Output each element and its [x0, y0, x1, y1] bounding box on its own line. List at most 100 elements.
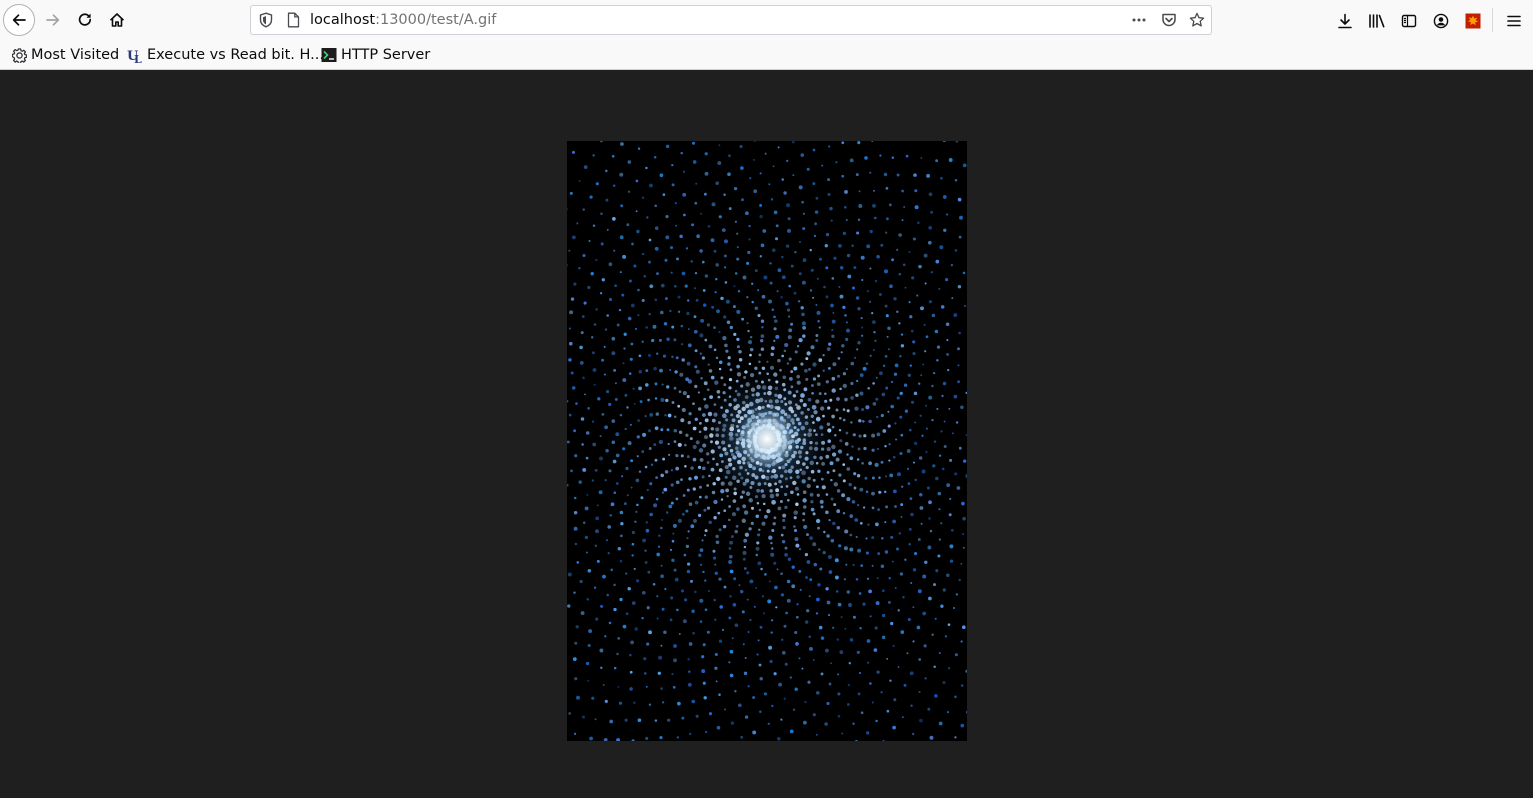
spiral-dot [668, 504, 673, 509]
spiral-dot [850, 361, 855, 366]
spiral-dot [839, 650, 844, 655]
spiral-dot [842, 479, 846, 483]
hamburger-menu-icon[interactable] [1505, 12, 1523, 30]
spiral-dot [626, 223, 630, 227]
spiral-dot [597, 397, 601, 401]
bookmark-http-server[interactable]: HTTP Server [321, 45, 430, 65]
spiral-dot [888, 577, 891, 580]
spiral-dot [934, 329, 939, 334]
spiral-dot [625, 612, 629, 616]
spiral-dot [771, 704, 774, 708]
sidebar-icon[interactable] [1400, 12, 1418, 30]
spiral-dot [630, 486, 633, 489]
bookmark-most-visited[interactable]: Most Visited [11, 45, 119, 65]
spiral-dot [851, 445, 854, 448]
spiral-dot [882, 364, 886, 368]
back-button[interactable] [3, 4, 35, 36]
spiral-dot [925, 450, 928, 454]
spiral-dot [716, 725, 721, 730]
spiral-dot [624, 718, 628, 722]
spiral-dot [695, 182, 698, 185]
download-icon[interactable] [1336, 12, 1354, 30]
spiral-dot [926, 173, 931, 178]
spiral-dot [928, 596, 932, 601]
spiral-dot [683, 553, 687, 557]
spiral-dot [907, 373, 911, 377]
spiral-dot [924, 350, 927, 353]
bookmark-execute-vs-read[interactable]: UL Execute vs Read bit. H... [127, 45, 324, 65]
spiral-dot [633, 701, 636, 704]
star-icon[interactable] [1189, 12, 1205, 28]
spiral-dot [896, 248, 899, 251]
spiral-dot [858, 592, 862, 595]
spiral-dot [900, 630, 905, 634]
spiral-dot [862, 506, 866, 509]
spiral-dot [647, 353, 652, 358]
spiral-dot [869, 229, 873, 234]
page-icon[interactable] [285, 12, 301, 28]
pocket-icon[interactable] [1161, 12, 1177, 28]
spiral-dot [694, 272, 698, 275]
spiral-dot [775, 224, 779, 228]
more-actions-icon[interactable] [1131, 12, 1147, 28]
spiral-dot [957, 364, 960, 367]
url-text[interactable]: localhost:13000/test/A.gif [310, 11, 496, 29]
spiral-dot [871, 506, 875, 510]
spiral-dot [619, 172, 624, 177]
forward-button[interactable] [37, 4, 69, 36]
spiral-dot [760, 567, 763, 571]
spiral-dot [764, 514, 768, 519]
spiral-dot [788, 357, 792, 361]
spiral-dot [730, 721, 735, 725]
spiral-dot [614, 382, 617, 385]
spiral-dot [635, 478, 640, 483]
spiral-dot [869, 267, 872, 270]
spiral-dot [694, 590, 697, 594]
spiral-dot [887, 424, 891, 428]
spiral-dot [796, 603, 799, 606]
extension-icon[interactable] [1464, 12, 1482, 30]
spiral-dot [884, 521, 887, 524]
spiral-dot [912, 461, 916, 464]
spiral-dot [828, 518, 831, 522]
spiral-dot [686, 299, 690, 302]
spiral-dot [703, 508, 707, 512]
spiral-dot [875, 601, 880, 606]
spiral-dot [856, 348, 859, 351]
spiral-dot [800, 153, 805, 157]
spiral-dot [917, 382, 921, 385]
spiral-dot [793, 510, 798, 515]
spiral-dot [866, 290, 870, 293]
spiral-dot [845, 328, 851, 333]
address-bar[interactable]: localhost:13000/test/A.gif [250, 5, 1212, 35]
spiral-dot [947, 368, 950, 372]
home-button[interactable] [101, 4, 133, 36]
svg-text:L: L [134, 53, 142, 63]
spiral-dot [692, 487, 696, 491]
spiral-dot [646, 642, 650, 646]
spiral-dot [935, 159, 939, 163]
spiral-dot [648, 630, 652, 635]
spiral-dot [591, 351, 595, 355]
spiral-dot [653, 155, 657, 159]
spiral-dot [574, 542, 578, 546]
spiral-dot [614, 284, 617, 288]
spiral-dot [675, 480, 680, 485]
shield-icon[interactable] [258, 12, 274, 28]
spiral-dot [865, 490, 869, 494]
account-icon[interactable] [1432, 12, 1450, 30]
spiral-dot [663, 322, 668, 326]
spiral-dot [659, 173, 664, 178]
spiral-dot [667, 413, 672, 418]
library-icon[interactable] [1368, 12, 1386, 30]
spiral-dot [909, 364, 912, 367]
spiral-dot [927, 545, 932, 550]
spiral-dot [681, 343, 684, 346]
reload-button[interactable] [69, 4, 101, 36]
spiral-gif-image[interactable] [567, 141, 967, 741]
spiral-dot [780, 533, 784, 537]
spiral-dot [686, 395, 690, 399]
spiral-dot [901, 716, 904, 719]
spiral-dot [776, 290, 779, 293]
spiral-dot [881, 613, 886, 618]
